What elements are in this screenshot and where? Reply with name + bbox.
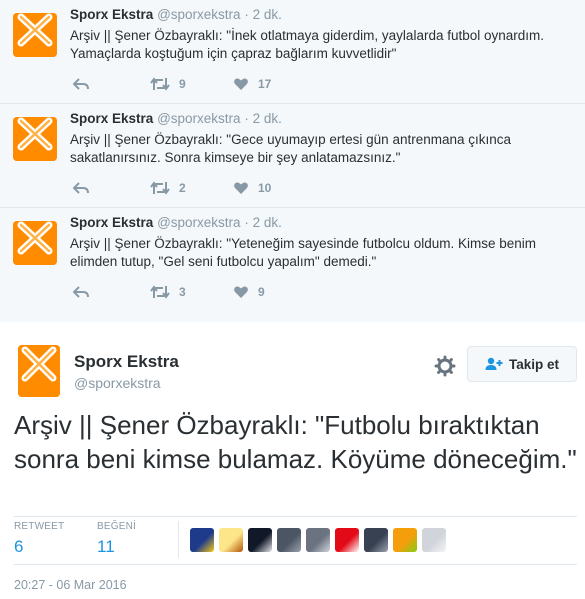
tweet-time[interactable]: 2 dk. [253, 7, 282, 22]
liker-avatar[interactable] [335, 528, 359, 552]
separator-dot: · [244, 111, 249, 126]
reply-icon [73, 182, 89, 194]
like-total: 11 [97, 537, 115, 556]
user-actions-button[interactable] [434, 355, 456, 377]
retweet-label: RETWEET [14, 521, 65, 532]
sporx-logo-icon [13, 221, 57, 265]
liker-avatar[interactable] [190, 528, 214, 552]
tweet-text: Arşiv || Şener Özbayraklı: "İnek otlatma… [70, 28, 545, 61]
retweet-stat[interactable]: RETWEET 6 [14, 521, 64, 557]
retweet-button[interactable]: 3 [150, 284, 186, 300]
heart-icon [234, 78, 248, 90]
stats-divider-bottom [14, 564, 577, 565]
stats-divider-top [14, 516, 577, 517]
avatar[interactable] [13, 221, 57, 265]
main-tweet-text: Arşiv || Şener Özbayraklı: "Futbolu bıra… [14, 410, 577, 474]
replies-thread: Sporx Ekstra @sporxekstra · 2 dk. Arşiv … [0, 0, 585, 322]
reply-button[interactable] [73, 180, 89, 196]
author-handle[interactable]: @sporxekstra [157, 111, 240, 126]
avatar[interactable] [13, 13, 57, 57]
reply-button[interactable] [73, 76, 89, 92]
author-name[interactable]: Sporx Ekstra [70, 7, 153, 22]
liker-avatar[interactable] [248, 528, 272, 552]
tweet-text: Arşiv || Şener Özbayraklı: "Gece uyumayı… [70, 132, 512, 165]
liker-avatar[interactable] [306, 528, 330, 552]
reply-icon [73, 78, 89, 90]
sporx-logo-icon [18, 345, 60, 397]
sporx-logo-icon [13, 117, 57, 161]
retweet-count: 3 [179, 285, 186, 299]
separator-dot: · [244, 7, 249, 22]
main-author-handle[interactable]: @sporxekstra [74, 375, 161, 391]
follow-user-icon [485, 357, 503, 370]
like-stat[interactable]: BEĞENİ 11 [97, 521, 136, 557]
liker-avatar[interactable] [277, 528, 301, 552]
like-count: 17 [258, 77, 272, 91]
retweet-icon [150, 181, 170, 195]
author-name[interactable]: Sporx Ekstra [70, 111, 153, 126]
liker-avatar[interactable] [422, 528, 446, 552]
tweet-actions: 3 9 [70, 284, 370, 300]
retweet-count: 2 [179, 181, 186, 195]
reply-icon [73, 286, 89, 298]
heart-icon [234, 286, 248, 298]
tweet-time[interactable]: 2 dk. [253, 215, 282, 230]
tweet-actions: 9 17 [70, 76, 370, 92]
like-count: 9 [258, 285, 265, 299]
author-handle[interactable]: @sporxekstra [157, 215, 240, 230]
author-name[interactable]: Sporx Ekstra [70, 215, 153, 230]
follow-label: Takip et [508, 356, 559, 372]
tweet-timestamp[interactable]: 20:27 - 06 Mar 2016 [14, 578, 127, 592]
reply-header: Sporx Ekstra @sporxekstra · 2 dk. [70, 111, 282, 126]
tweet-text: Arşiv || Şener Özbayraklı: "Yeteneğim sa… [70, 236, 537, 269]
reply-tweet[interactable]: Sporx Ekstra @sporxekstra · 2 dk. Arşiv … [0, 0, 585, 104]
reply-button[interactable] [73, 284, 89, 300]
reply-tweet[interactable]: Sporx Ekstra @sporxekstra · 2 dk. Arşiv … [0, 208, 585, 322]
author-handle[interactable]: @sporxekstra [157, 7, 240, 22]
retweet-total: 6 [14, 537, 24, 556]
heart-icon [234, 182, 248, 194]
liker-avatar[interactable] [393, 528, 417, 552]
reply-tweet[interactable]: Sporx Ekstra @sporxekstra · 2 dk. Arşiv … [0, 104, 585, 208]
like-count: 10 [258, 181, 272, 195]
reply-header: Sporx Ekstra @sporxekstra · 2 dk. [70, 7, 282, 22]
main-avatar[interactable] [18, 345, 60, 397]
main-author-name[interactable]: Sporx Ekstra [74, 352, 179, 372]
retweet-icon [150, 285, 170, 299]
tweet-actions: 2 10 [70, 180, 370, 196]
retweet-button[interactable]: 2 [150, 180, 186, 196]
liker-avatar[interactable] [219, 528, 243, 552]
retweet-count: 9 [179, 77, 186, 91]
tweet-time[interactable]: 2 dk. [253, 111, 282, 126]
like-button[interactable]: 17 [233, 76, 271, 92]
follow-button[interactable]: Takip et [467, 346, 577, 382]
liker-avatar[interactable] [364, 528, 388, 552]
retweet-button[interactable]: 9 [150, 76, 186, 92]
separator-dot: · [244, 215, 249, 230]
avatar[interactable] [13, 117, 57, 161]
stats-divider-vertical [178, 521, 179, 558]
like-button[interactable]: 10 [233, 180, 271, 196]
reply-header: Sporx Ekstra @sporxekstra · 2 dk. [70, 215, 282, 230]
gear-icon [434, 355, 456, 377]
like-label: BEĞENİ [97, 521, 136, 532]
like-button[interactable]: 9 [233, 284, 265, 300]
retweet-icon [150, 77, 170, 91]
sporx-logo-icon [13, 13, 57, 57]
